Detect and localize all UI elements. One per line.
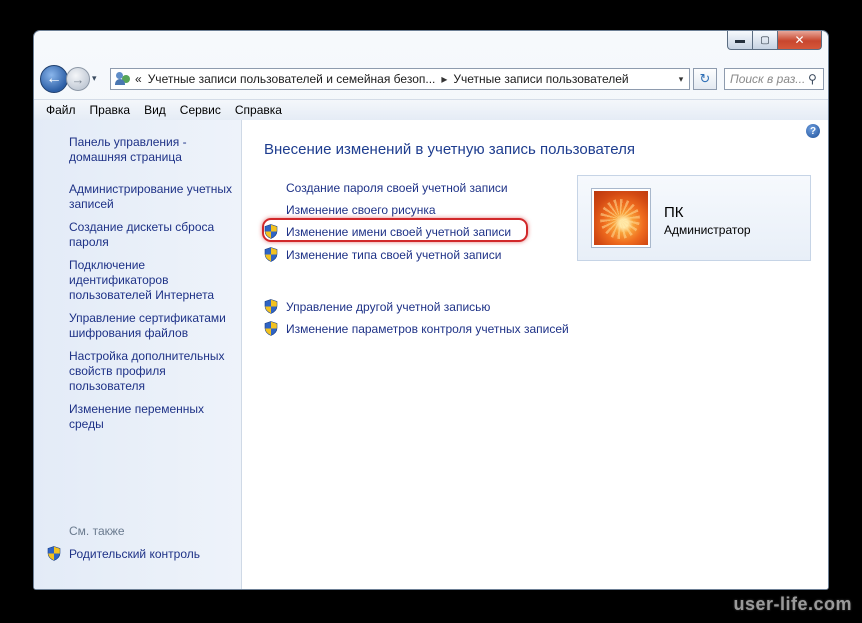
help-icon[interactable]: ? <box>806 124 820 138</box>
sidebar-item-profile-properties[interactable]: Настройка дополнительных свойств профиля… <box>69 349 237 394</box>
uac-shield-icon <box>47 546 61 561</box>
refresh-button[interactable]: ↻ <box>693 68 717 90</box>
task-uac-settings-label: Изменение параметров контроля учетных за… <box>286 321 569 336</box>
address-dropdown-icon[interactable]: ▾ <box>673 74 689 85</box>
breadcrumb-user-accounts-family[interactable]: Учетные записи пользователей и семейная … <box>148 72 436 86</box>
task-create-password[interactable]: Создание пароля своей учетной записи <box>264 181 508 195</box>
user-name: ПК <box>664 204 684 221</box>
sidebar-item-control-panel-home[interactable]: Панель управления - домашняя страница <box>69 135 237 165</box>
task-create-password-label: Создание пароля своей учетной записи <box>286 181 508 195</box>
main-content: ? Внесение изменений в учетную запись по… <box>242 120 828 589</box>
history-dropdown-icon[interactable]: ▾ <box>92 73 97 84</box>
sidebar-item-environment-variables[interactable]: Изменение переменных среды <box>69 402 237 432</box>
task-change-account-type-label: Изменение типа своей учетной записи <box>286 247 502 262</box>
sidebar-item-reset-disk[interactable]: Создание дискеты сброса пароля <box>69 220 237 250</box>
sidebar-item-parental-control[interactable]: Родительский контроль <box>47 546 200 561</box>
uac-shield-icon <box>264 299 278 314</box>
breadcrumb-separator-icon[interactable]: ▸ <box>441 72 447 86</box>
task-change-picture[interactable]: Изменение своего рисунка <box>264 203 436 217</box>
task-change-account-name[interactable]: Изменение имени своей учетной записи <box>264 224 511 239</box>
task-change-picture-label: Изменение своего рисунка <box>286 203 436 217</box>
watermark: user-life.com <box>733 594 852 614</box>
sidebar-item-encryption-certs[interactable]: Управление сертификатами шифрования файл… <box>69 311 237 341</box>
task-change-account-type[interactable]: Изменение типа своей учетной записи <box>264 247 501 262</box>
task-manage-another-account-label: Управление другой учетной записью <box>286 299 491 314</box>
menu-file[interactable]: Файл <box>34 103 83 117</box>
user-role: Администратор <box>664 223 751 237</box>
users-icon <box>115 72 131 86</box>
address-bar[interactable]: « Учетные записи пользователей и семейна… <box>110 68 690 90</box>
breadcrumb-user-accounts[interactable]: Учетные записи пользователей <box>453 72 628 86</box>
menu-help[interactable]: Справка <box>228 103 289 117</box>
sidebar-item-online-ids[interactable]: Подключение идентификаторов пользователе… <box>69 258 237 303</box>
task-uac-settings[interactable]: Изменение параметров контроля учетных за… <box>264 321 569 336</box>
search-box: ⚲ <box>724 68 824 90</box>
sidebar-item-manage-accounts[interactable]: Администрирование учетных записей <box>69 182 237 212</box>
sidebar: Панель управления - домашняя страница Ад… <box>34 120 242 589</box>
menu-bar: Файл Правка Вид Сервис Справка <box>34 99 828 121</box>
caption-buttons: ▬ ▢ ✕ <box>727 31 822 50</box>
minimize-button[interactable]: ▬ <box>727 31 753 50</box>
see-also-label: См. также <box>69 524 125 538</box>
forward-button[interactable]: → <box>66 67 90 91</box>
task-manage-another-account[interactable]: Управление другой учетной записью <box>264 299 490 314</box>
parental-control-label: Родительский контроль <box>69 546 200 561</box>
search-icon[interactable]: ⚲ <box>808 72 817 86</box>
task-change-account-name-label: Изменение имени своей учетной записи <box>286 224 512 239</box>
menu-view[interactable]: Вид <box>137 103 173 117</box>
search-input[interactable] <box>725 72 808 86</box>
user-account-card: ПК Администратор <box>577 175 811 261</box>
menu-edit[interactable]: Правка <box>83 103 138 117</box>
uac-shield-icon <box>264 321 278 336</box>
page-title: Внесение изменений в учетную запись поль… <box>264 141 635 158</box>
avatar[interactable] <box>591 188 651 248</box>
navigation-bar: ← → ▾ « Учетные записи пользователей и с… <box>40 65 824 95</box>
control-panel-window: ▬ ▢ ✕ ← → ▾ « Учетные записи пользовател… <box>33 30 829 590</box>
uac-shield-icon <box>264 224 278 239</box>
back-button[interactable]: ← <box>40 65 68 93</box>
breadcrumb-overflow[interactable]: « <box>135 72 142 86</box>
uac-shield-icon <box>264 247 278 262</box>
close-button[interactable]: ✕ <box>778 31 822 50</box>
menu-tools[interactable]: Сервис <box>173 103 228 117</box>
maximize-button[interactable]: ▢ <box>753 31 778 50</box>
